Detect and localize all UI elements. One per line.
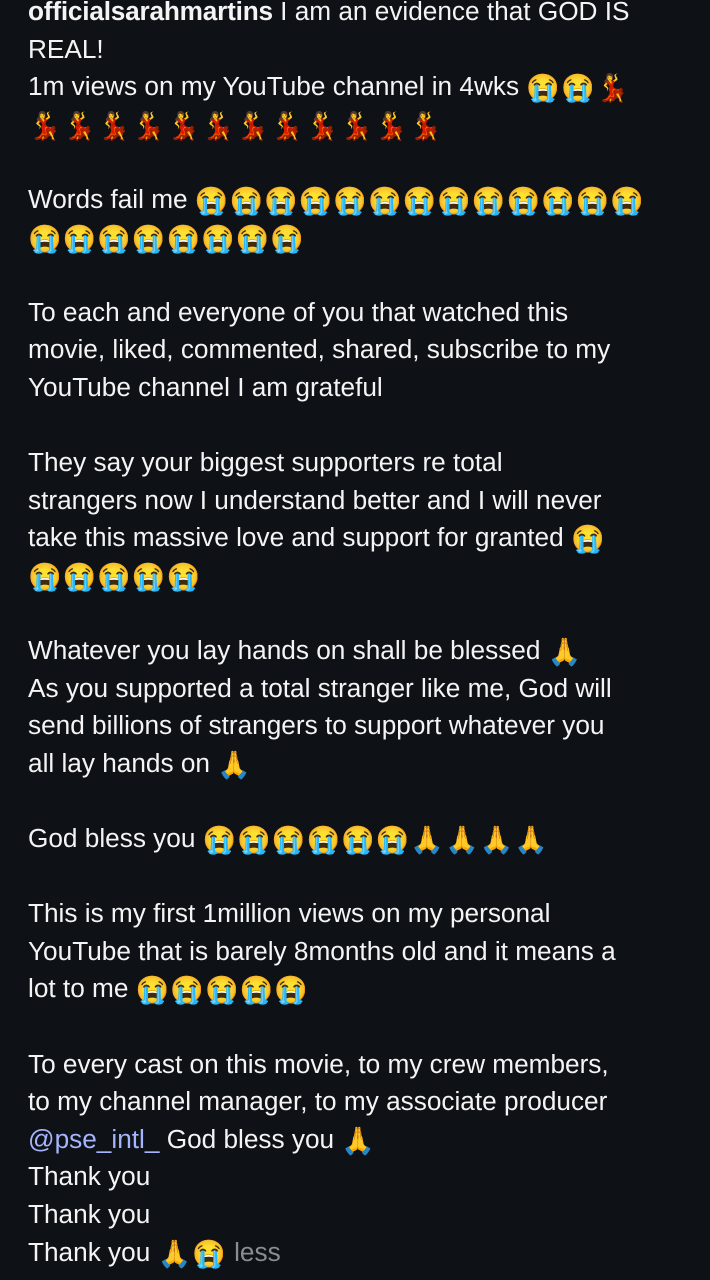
caption-line: This is my first 1million views on my pe…	[28, 898, 551, 929]
show-less-button[interactable]: less	[227, 1237, 281, 1267]
crying-praying-emoji-row: 😭😭😭😭😭😭🙏🙏🙏🙏	[202, 825, 549, 856]
crying-emoji-row: 😭😭😭😭😭😭😭😭	[28, 223, 305, 254]
caption-paragraph-strangers: They say your biggest supporters re tota…	[28, 444, 688, 594]
crying-emoji-row: 😭😭😭😭😭😭😭😭😭😭😭😭😭	[194, 185, 645, 216]
caption-line: Whatever you lay hands on shall be bless…	[28, 632, 688, 670]
caption-line: 💃💃💃💃💃💃💃💃💃💃💃💃	[28, 106, 688, 144]
crying-emoji: 😭	[570, 524, 606, 555]
username-link[interactable]: officialsarahmartins	[28, 0, 273, 26]
mention-link[interactable]: @pse_intl_	[28, 1124, 159, 1154]
caption-line: YouTube channel I am grateful	[28, 371, 383, 402]
caption-line: YouTube that is barely 8months old and i…	[28, 935, 616, 966]
caption-line: @pse_intl_ God bless you 🙏	[28, 1121, 688, 1159]
caption-line: 1m views on my YouTube channel in 4wks 😭…	[28, 68, 688, 106]
caption-line: 😭😭😭😭😭😭😭😭	[28, 219, 688, 257]
caption-text: Thank you	[28, 1236, 158, 1267]
caption-line: Thank you	[28, 1199, 151, 1229]
crying-dancing-emoji: 😭😭💃	[526, 73, 631, 104]
caption-line: all lay hands on 🙏	[28, 745, 688, 783]
caption-line: REAL!	[28, 33, 104, 64]
caption-line: To every cast on this movie, to my crew …	[28, 1048, 609, 1079]
caption-line: They say your biggest supporters re tota…	[28, 447, 503, 478]
caption-line: send billions of strangers to support wh…	[28, 710, 605, 741]
caption-text: Whatever you lay hands on shall be bless…	[28, 635, 548, 666]
praying-crying-emoji: 🙏😭	[157, 1238, 227, 1269]
caption-paragraph-god-bless: God bless you 😭😭😭😭😭😭🙏🙏🙏🙏	[28, 820, 688, 858]
caption-paragraph-thanks: To each and everyone of you that watched…	[28, 294, 688, 407]
caption-text: God bless you	[28, 823, 203, 854]
caption-line: To each and everyone of you that watched…	[28, 296, 569, 327]
caption-line: As you supported a total stranger like m…	[28, 672, 612, 703]
caption-line: God bless you 😭😭😭😭😭😭🙏🙏🙏🙏	[28, 820, 688, 858]
caption-line: lot to me 😭😭😭😭😭	[28, 970, 688, 1008]
post-caption: officialsarahmartins I am an evidence th…	[28, 0, 688, 1271]
caption-line: Thank you 🙏😭 less	[28, 1234, 688, 1272]
caption-paragraph-crew: To every cast on this movie, to my crew …	[28, 1046, 688, 1272]
caption-line: Thank you	[28, 1161, 151, 1192]
caption-paragraph-intro: officialsarahmartins I am an evidence th…	[28, 0, 688, 143]
crying-emoji-row: 😭😭😭😭😭	[135, 975, 309, 1006]
caption-text: take this massive love and support for g…	[28, 522, 571, 553]
caption-text: I am an evidence that GOD IS	[272, 0, 630, 26]
caption-text: 1m views on my YouTube channel in 4wks	[28, 71, 527, 102]
caption-line: take this massive love and support for g…	[28, 519, 688, 557]
caption-line: strangers now I understand better and I …	[28, 484, 602, 515]
dancer-emoji-row: 💃💃💃💃💃💃💃💃💃💃💃💃	[28, 110, 444, 141]
caption-text: God bless you	[159, 1123, 342, 1154]
caption-text: Words fail me	[28, 183, 195, 214]
crying-emoji-row: 😭😭😭😭😭	[28, 561, 202, 592]
caption-text: all lay hands on	[28, 747, 218, 778]
caption-paragraph-blessing: Whatever you lay hands on shall be bless…	[28, 632, 688, 782]
praying-hands-emoji: 🙏	[341, 1125, 377, 1156]
caption-text: lot to me	[28, 973, 136, 1004]
praying-hands-emoji: 🙏	[547, 637, 583, 668]
caption-line: movie, liked, commented, shared, subscri…	[28, 334, 611, 365]
caption-line: officialsarahmartins I am an evidence th…	[28, 0, 688, 31]
caption-line: to my channel manager, to my associate p…	[28, 1086, 608, 1117]
caption-line: Words fail me 😭😭😭😭😭😭😭😭😭😭😭😭😭	[28, 181, 688, 219]
caption-line: 😭😭😭😭😭	[28, 557, 688, 595]
caption-paragraph-words-fail: Words fail me 😭😭😭😭😭😭😭😭😭😭😭😭😭 😭😭😭😭😭😭😭😭	[28, 181, 688, 256]
praying-hands-emoji: 🙏	[217, 749, 252, 780]
caption-paragraph-milestone: This is my first 1million views on my pe…	[28, 895, 688, 1008]
